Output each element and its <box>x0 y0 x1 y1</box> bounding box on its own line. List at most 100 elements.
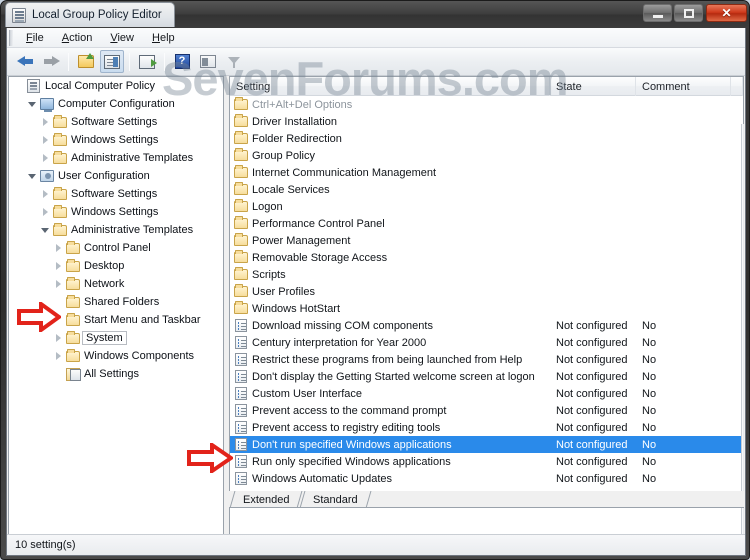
policy-icon <box>230 404 252 417</box>
minimize-button[interactable] <box>643 4 672 22</box>
table-row[interactable]: Prevent access to registry editing tools… <box>230 419 743 436</box>
table-row[interactable]: Ctrl+Alt+Del Options <box>230 96 743 113</box>
tree-item-user-configuration[interactable]: User Configuration <box>9 167 223 185</box>
tree-item-windows-components[interactable]: Windows Components <box>9 347 223 365</box>
settings-list-pane[interactable]: Setting State Comment Ctrl+Alt+Del Optio… <box>229 76 744 538</box>
cell-setting: Prevent access to the command prompt <box>252 404 447 417</box>
tree-item-software-settings[interactable]: Software Settings <box>9 185 223 203</box>
cell-state: Not configured <box>556 421 628 434</box>
tree-item-windows-settings[interactable]: Windows Settings <box>9 131 223 149</box>
chevron-right-icon[interactable] <box>52 239 64 257</box>
table-row[interactable]: Power Management <box>230 232 743 249</box>
tree-item-label: Local Computer Policy <box>45 80 156 92</box>
filter-icon <box>227 55 241 69</box>
chevron-right-icon[interactable] <box>52 257 64 275</box>
settings-list-body: Ctrl+Alt+Del Options Driver Installation F… <box>230 96 743 537</box>
help-icon: ? <box>174 54 190 69</box>
folder-icon <box>64 348 81 362</box>
view-button[interactable] <box>196 50 220 73</box>
tree-item-administrative-templates[interactable]: Administrative Templates <box>9 221 223 239</box>
menu-bar: File Action View Help <box>7 28 745 48</box>
console-tree: Local Computer Policy Computer Configurat… <box>9 77 223 383</box>
cell-setting: Ctrl+Alt+Del Options <box>252 98 353 111</box>
folder-icon-glyph <box>65 258 80 272</box>
chevron-right-icon[interactable] <box>52 347 64 365</box>
tree-item-desktop[interactable]: Desktop <box>9 257 223 275</box>
tree-item-control-panel[interactable]: Control Panel <box>9 239 223 257</box>
chevron-right-icon[interactable] <box>39 185 51 203</box>
table-row[interactable]: Don't display the Getting Started welcom… <box>230 368 743 385</box>
toolbar-separator <box>68 52 69 71</box>
folder-icon <box>64 258 81 272</box>
table-row[interactable]: Locale Services <box>230 181 743 198</box>
help-button[interactable]: ? <box>170 50 194 73</box>
table-row[interactable]: Performance Control Panel <box>230 215 743 232</box>
table-row[interactable]: Logon <box>230 198 743 215</box>
tab-extended[interactable]: Extended <box>237 491 295 508</box>
tree-item-label: Network <box>84 278 125 290</box>
menu-action[interactable]: Action <box>53 30 102 46</box>
show-hide-console-tree-button[interactable] <box>100 50 124 73</box>
chevron-down-icon[interactable] <box>26 95 38 113</box>
chevron-right-icon[interactable] <box>39 131 51 149</box>
window-title-tab: Local Group Policy Editor <box>5 2 175 27</box>
tree-item-administrative-templates[interactable]: Administrative Templates <box>9 149 223 167</box>
cell-setting: Download missing COM components <box>252 319 433 332</box>
folder-icon <box>51 186 68 200</box>
chevron-down-icon[interactable] <box>39 221 51 239</box>
column-header-comment[interactable]: Comment <box>636 77 731 96</box>
table-row[interactable]: Windows HotStart <box>230 300 743 317</box>
tree-item-computer-configuration[interactable]: Computer Configuration <box>9 95 223 113</box>
list-column-headers: Setting State Comment <box>230 77 743 96</box>
tree-item-all-settings[interactable]: All Settings <box>9 365 223 383</box>
table-row[interactable]: Folder Redirection <box>230 130 743 147</box>
table-row[interactable]: Prevent access to the command prompt Not … <box>230 402 743 419</box>
chevron-right-icon[interactable] <box>52 275 64 293</box>
chevron-down-icon[interactable] <box>26 167 38 185</box>
cell-setting: Prevent access to registry editing tools <box>252 421 441 434</box>
tree-item-software-settings[interactable]: Software Settings <box>9 113 223 131</box>
tree-item-system[interactable]: System <box>9 329 223 347</box>
policy-icon-glyph <box>235 319 247 332</box>
table-row[interactable]: Removable Storage Access <box>230 249 743 266</box>
table-row[interactable]: Download missing COM components Not confi… <box>230 317 743 334</box>
maximize-button[interactable] <box>674 4 703 22</box>
table-row[interactable]: Internet Communication Management <box>230 164 743 181</box>
menu-help[interactable]: Help <box>143 30 184 46</box>
export-list-button[interactable] <box>135 50 159 73</box>
chevron-right-icon[interactable] <box>39 203 51 221</box>
client-area: File Action View Help ? SevenForums.com … <box>6 28 746 556</box>
chevron-right-icon[interactable] <box>39 113 51 131</box>
tree-item-start-menu-and-taskbar[interactable]: Start Menu and Taskbar <box>9 311 223 329</box>
minimize-icon <box>652 15 663 18</box>
title-bar[interactable]: Local Group Policy Editor ✕ <box>1 1 749 28</box>
forward-button[interactable] <box>39 50 63 73</box>
tree-item-local-computer-policy[interactable]: Local Computer Policy <box>9 77 223 95</box>
column-header-state[interactable]: State <box>550 77 636 96</box>
table-row[interactable]: Century interpretation for Year 2000 Not … <box>230 334 743 351</box>
console-tree-pane[interactable]: Local Computer Policy Computer Configurat… <box>8 76 224 538</box>
column-header-setting[interactable]: Setting <box>230 77 550 96</box>
chevron-right-icon[interactable] <box>52 329 64 347</box>
back-button[interactable] <box>13 50 37 73</box>
table-row[interactable]: Driver Installation <box>230 113 743 130</box>
filter-button[interactable] <box>222 50 246 73</box>
chevron-right-icon[interactable] <box>39 149 51 167</box>
table-row[interactable]: Scripts <box>230 266 743 283</box>
menu-file[interactable]: File <box>17 30 53 46</box>
tree-item-network[interactable]: Network <box>9 275 223 293</box>
table-row[interactable]: Group Policy <box>230 147 743 164</box>
up-one-level-button[interactable] <box>74 50 98 73</box>
table-row[interactable]: Run only specified Windows applications N… <box>230 453 743 470</box>
table-row[interactable]: Custom User Interface Not configured No <box>230 385 743 402</box>
table-row[interactable]: Windows Automatic Updates Not configured N… <box>230 470 743 487</box>
tab-standard[interactable]: Standard <box>307 491 364 508</box>
tree-item-windows-settings[interactable]: Windows Settings <box>9 203 223 221</box>
menu-view[interactable]: View <box>101 30 143 46</box>
table-row[interactable]: Restrict these programs from being launc… <box>230 351 743 368</box>
table-row[interactable]: Don't run specified Windows applications… <box>230 436 743 453</box>
table-row[interactable]: User Profiles <box>230 283 743 300</box>
tree-item-shared-folders[interactable]: Shared Folders <box>9 293 223 311</box>
close-button[interactable]: ✕ <box>706 4 747 22</box>
